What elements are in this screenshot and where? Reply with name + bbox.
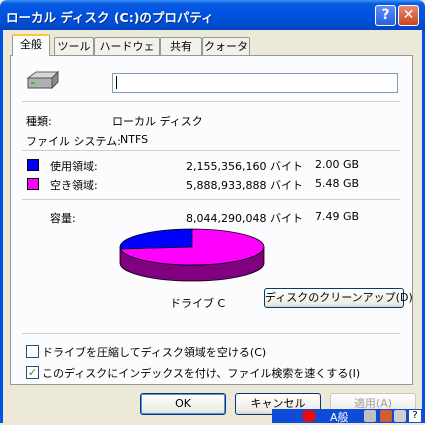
tray-icon[interactable]	[380, 410, 392, 422]
drive-label: ドライブ C	[170, 297, 226, 310]
type-label: 種類:	[26, 115, 52, 128]
free-space-swatch	[27, 178, 39, 190]
window-title: ローカル ディスク (C:)のプロパティ	[6, 10, 214, 25]
index-checkbox[interactable]: ✓	[26, 366, 39, 379]
separator	[22, 101, 400, 102]
capacity-gb: 7.49 GB	[315, 210, 360, 223]
tab-general[interactable]: 全般	[12, 34, 50, 56]
separator	[22, 199, 400, 200]
tray-icon[interactable]	[394, 410, 406, 422]
tray-icon[interactable]	[364, 410, 376, 422]
text-caret	[116, 76, 117, 89]
tab-tools[interactable]: ツール	[54, 37, 94, 55]
separator	[22, 333, 400, 334]
free-space-gb: 5.48 GB	[315, 177, 360, 190]
capacity-bytes: 8,044,290,048 バイト	[186, 212, 303, 225]
capacity-label: 容量:	[50, 212, 76, 225]
compress-checkbox[interactable]	[26, 345, 39, 358]
used-space-swatch	[27, 159, 39, 171]
filesystem-label: ファイル システム:	[26, 135, 121, 148]
help-tray-icon[interactable]: ?	[409, 410, 421, 422]
filesystem-value: NTFS	[120, 133, 149, 146]
used-space-label: 使用領域:	[50, 160, 98, 173]
tab-sharing[interactable]: 共有	[160, 37, 202, 55]
used-space-gb: 2.00 GB	[315, 158, 360, 171]
disk-usage-pie-chart	[119, 228, 265, 282]
free-space-label: 空き領域:	[50, 179, 98, 192]
ok-button[interactable]: OK	[140, 393, 226, 415]
close-button[interactable]: ✕	[398, 5, 419, 26]
used-space-bytes: 2,155,356,160 バイト	[186, 160, 303, 173]
notification-icon[interactable]	[302, 410, 316, 422]
hard-drive-icon	[26, 70, 60, 90]
volume-name-input[interactable]	[112, 73, 398, 93]
type-value: ローカル ディスク	[112, 115, 203, 128]
tab-quota[interactable]: クォータ	[202, 37, 250, 55]
separator	[22, 150, 400, 151]
tab-hardware[interactable]: ハードウェア	[94, 37, 160, 70]
help-button[interactable]: ?	[375, 5, 396, 26]
disk-cleanup-button[interactable]: ディスクのクリーンアップ(D)	[264, 288, 413, 308]
pie-slice-used	[119, 228, 193, 250]
index-label[interactable]: このディスクにインデックスを付け、ファイル検索を速くする(I)	[42, 365, 360, 381]
compress-label[interactable]: ドライブを圧縮してディスク領域を空ける(C)	[42, 344, 266, 360]
free-space-bytes: 5,888,933,888 バイト	[186, 179, 303, 192]
